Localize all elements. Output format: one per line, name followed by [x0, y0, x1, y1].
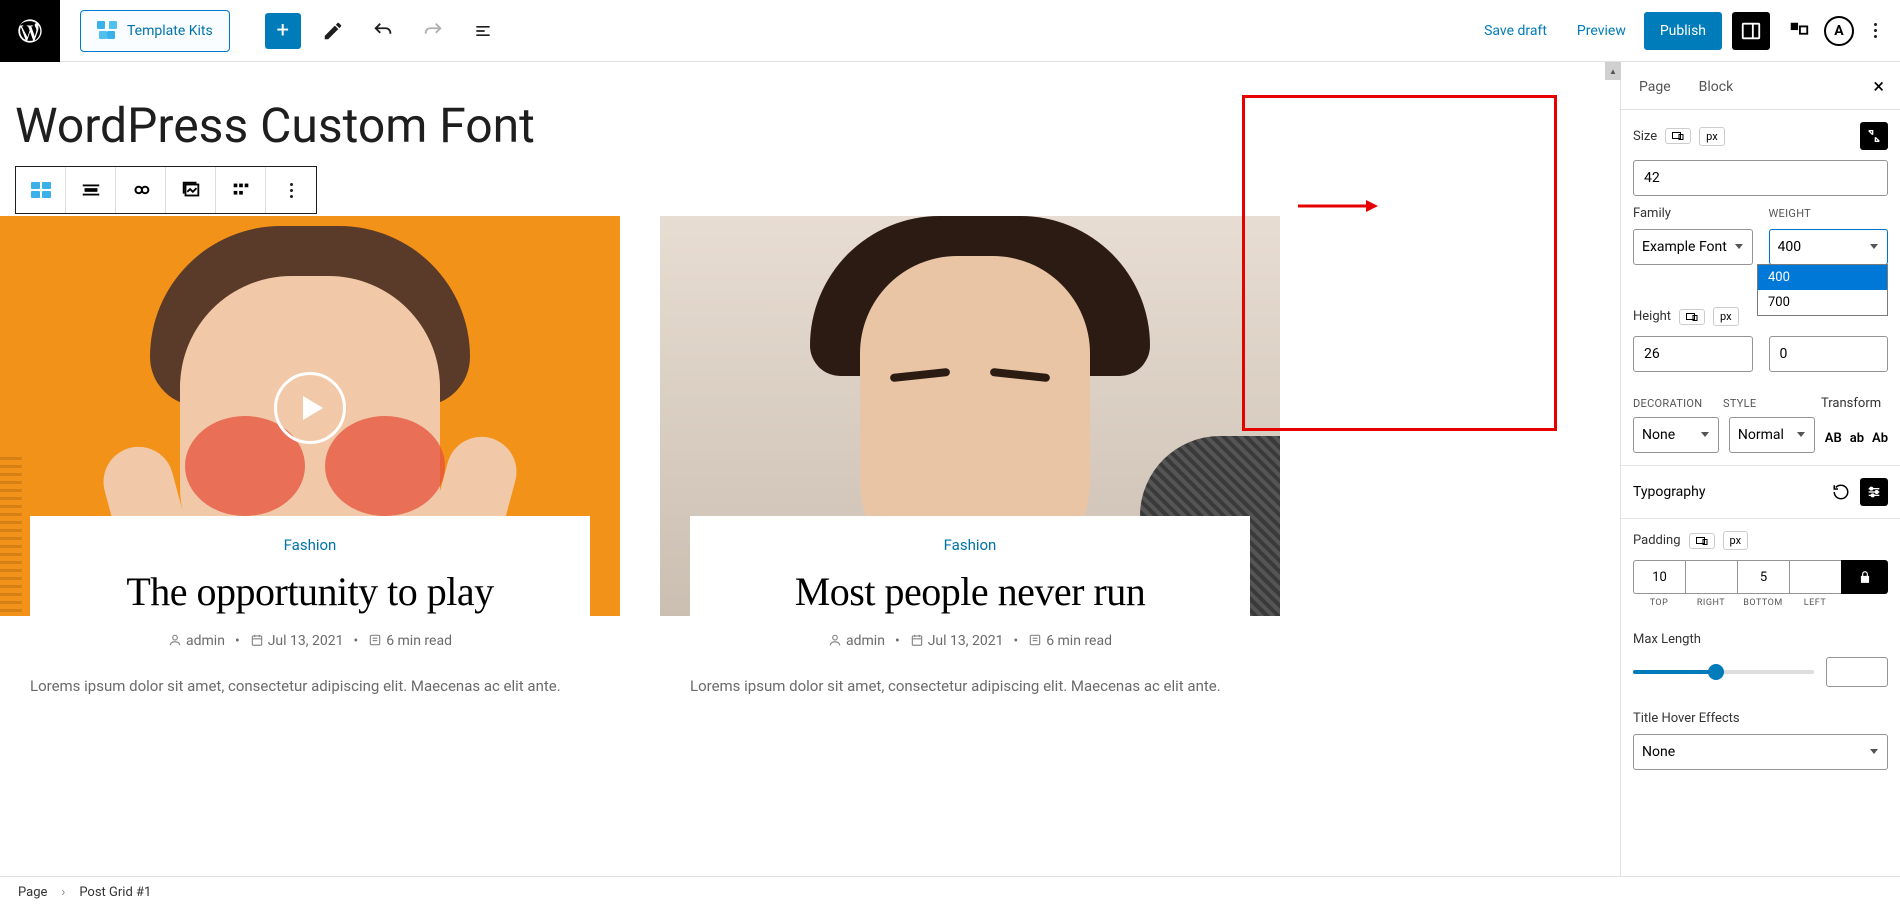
post-title[interactable]: Most people never run: [718, 568, 1222, 615]
edit-mode-icon[interactable]: [315, 13, 351, 49]
size-label: Size: [1633, 129, 1657, 144]
tab-block[interactable]: Block: [1685, 65, 1748, 107]
tab-page[interactable]: Page: [1625, 65, 1685, 107]
settings-panel-toggle[interactable]: [1732, 12, 1770, 50]
editor-canvas: WordPress Custom Font: [0, 62, 1620, 876]
post-meta: admin Jul 13, 2021 6 min read: [718, 633, 1222, 649]
height-input[interactable]: [1633, 336, 1753, 372]
template-kits-label: Template Kits: [127, 23, 213, 39]
block-toolbar: [15, 166, 317, 214]
sidebar-tabs: Page Block ×: [1621, 62, 1900, 110]
more-menu-button[interactable]: [1860, 13, 1890, 49]
document-outline-icon[interactable]: [465, 13, 501, 49]
topbar-right: Save draft Preview Publish A: [1472, 12, 1900, 50]
padding-top[interactable]: [1633, 560, 1685, 594]
weight-option-400[interactable]: 400: [1758, 265, 1887, 290]
breadcrumb-item[interactable]: Post Grid #1: [79, 885, 151, 900]
grid-dots-icon[interactable]: [216, 167, 266, 213]
annotation-arrow: [1298, 197, 1378, 215]
image-stack-icon[interactable]: [166, 167, 216, 213]
typography-row[interactable]: Typography: [1621, 466, 1900, 519]
breadcrumb-page[interactable]: Page: [18, 885, 47, 900]
unit-px[interactable]: px: [1699, 127, 1725, 146]
typography-settings-icon[interactable]: [1860, 478, 1888, 506]
padding-inputs: [1633, 560, 1888, 594]
decoration-select[interactable]: None: [1633, 417, 1719, 453]
transform-capitalize[interactable]: Ab: [1872, 431, 1888, 446]
padding-label: Padding: [1633, 533, 1681, 548]
weight-option-700[interactable]: 700: [1758, 290, 1887, 315]
wordpress-logo[interactable]: [0, 0, 60, 62]
infinity-icon[interactable]: [116, 167, 166, 213]
max-length-input[interactable]: [1826, 657, 1888, 687]
template-kits-icon: [97, 21, 117, 41]
padding-right[interactable]: [1685, 560, 1737, 594]
preview-button[interactable]: Preview: [1565, 13, 1638, 49]
style-label: STYLE: [1723, 397, 1756, 410]
decoration-label: DECORATION: [1633, 397, 1702, 410]
settings-sidebar: ▲ Page Block × Size px Family WEIGHT Exa…: [1620, 62, 1900, 876]
max-length-label: Max Length: [1633, 632, 1701, 647]
unit-px[interactable]: px: [1723, 531, 1749, 550]
transform-lower[interactable]: ab: [1850, 431, 1864, 446]
block-type-icon[interactable]: [16, 167, 66, 213]
responsive-icon[interactable]: [1665, 128, 1691, 144]
post-excerpt: Lorems ipsum dolor sit amet, consectetur…: [690, 675, 1250, 698]
family-label: Family: [1633, 206, 1671, 221]
redo-icon[interactable]: [415, 13, 451, 49]
style-select[interactable]: Normal: [1729, 417, 1815, 453]
post-meta: admin Jul 13, 2021 6 min read: [58, 633, 562, 649]
undo-icon[interactable]: [365, 13, 401, 49]
page-title[interactable]: WordPress Custom Font: [15, 97, 1620, 154]
post-title[interactable]: The opportunity to play: [58, 568, 562, 615]
padding-bottom[interactable]: [1737, 560, 1789, 594]
responsive-icon[interactable]: [1689, 533, 1715, 549]
post-category[interactable]: Fashion: [58, 536, 562, 554]
padding-left[interactable]: [1789, 560, 1841, 594]
height-input-2[interactable]: [1769, 336, 1889, 372]
height-label: Height: [1633, 309, 1671, 324]
hover-effects-select[interactable]: None: [1633, 734, 1888, 770]
editor-topbar: Template Kits + Save draft Preview Publi…: [0, 0, 1900, 62]
block-pattern-icon[interactable]: [1780, 12, 1818, 50]
reset-icon[interactable]: [1860, 122, 1888, 150]
family-select[interactable]: Example Font: [1633, 229, 1753, 265]
reset-icon[interactable]: [1830, 481, 1852, 503]
scroll-up-icon[interactable]: ▲: [1605, 62, 1621, 80]
weight-select[interactable]: 400: [1769, 229, 1889, 265]
post-card: Fashion Most people never run admin Jul …: [660, 216, 1280, 698]
responsive-icon[interactable]: [1679, 309, 1705, 325]
save-draft-button[interactable]: Save draft: [1472, 13, 1559, 49]
astra-icon[interactable]: A: [1824, 16, 1854, 46]
editor-main: WordPress Custom Font: [0, 62, 1900, 876]
template-kits-button[interactable]: Template Kits: [80, 10, 230, 52]
add-block-button[interactable]: +: [265, 13, 301, 49]
weight-label: WEIGHT: [1769, 207, 1812, 220]
post-excerpt: Lorems ipsum dolor sit amet, consectetur…: [30, 675, 590, 698]
publish-button[interactable]: Publish: [1644, 12, 1722, 50]
transform-upper[interactable]: AB: [1825, 431, 1842, 446]
post-category[interactable]: Fashion: [718, 536, 1222, 554]
size-input[interactable]: [1633, 160, 1888, 196]
play-icon[interactable]: [274, 372, 346, 444]
padding-lock-icon[interactable]: [1841, 560, 1888, 594]
typography-label: Typography: [1633, 484, 1705, 500]
align-icon[interactable]: [66, 167, 116, 213]
block-more-icon[interactable]: [266, 167, 316, 213]
transform-label: Transform: [1821, 396, 1881, 411]
unit-px[interactable]: px: [1713, 307, 1739, 326]
breadcrumb: Page › Post Grid #1: [0, 876, 1900, 908]
weight-dropdown: 400 700: [1757, 264, 1888, 316]
close-sidebar-icon[interactable]: ×: [1861, 74, 1896, 98]
post-grid: Fashion The opportunity to play admin Ju…: [0, 216, 1620, 698]
hover-effects-label: Title Hover Effects: [1633, 711, 1740, 726]
chevron-right-icon: ›: [61, 885, 65, 900]
max-length-slider[interactable]: [1633, 670, 1814, 674]
post-card: Fashion The opportunity to play admin Ju…: [0, 216, 620, 698]
